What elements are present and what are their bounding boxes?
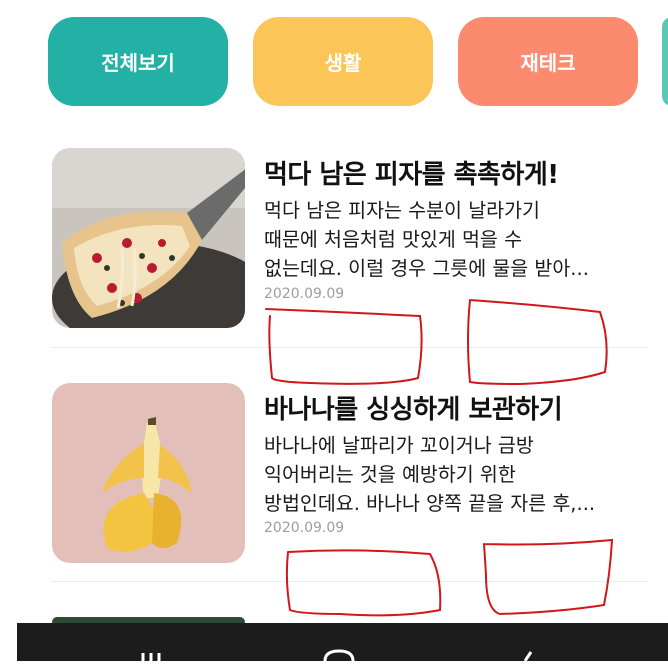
category-chip-label: 재테크 (520, 51, 576, 75)
banana-image (52, 383, 245, 563)
description-line: 방법인데요. 바나나 양쪽 끝을 자른 후,... (264, 492, 596, 515)
recent-apps-icon (141, 653, 161, 661)
article-date: 2020.09.09 (264, 520, 345, 536)
back-icon (523, 651, 533, 662)
system-nav-bar (17, 623, 668, 662)
description-line: 익어버리는 것을 예방하기 위한 (264, 463, 516, 486)
description-line: 때문에 처음처럼 맛있게 먹을 수 (264, 228, 523, 251)
divider (52, 347, 648, 348)
article-date: 2020.09.09 (264, 286, 345, 302)
pizza-image (52, 148, 245, 328)
article-title: 바나나를 싱싱하게 보관하기 (264, 395, 563, 425)
description-line: 바나나에 날파리가 꼬이거나 금방 (264, 434, 534, 457)
article-card-pizza[interactable]: 먹다 남은 피자를 촉촉하게! 먹다 남은 피자는 수분이 날라가기 때문에 처… (52, 148, 648, 338)
description-line: 먹다 남은 피자는 수분이 날라가기 (264, 199, 540, 222)
category-chip-label: 전체보기 (101, 51, 175, 75)
article-description: 먹다 남은 피자는 수분이 날라가기 때문에 처음처럼 맛있게 먹을 수 없는데… (264, 196, 649, 283)
article-card-banana[interactable]: 바나나를 싱싱하게 보관하기 바나나에 날파리가 꼬이거나 금방 익어버리는 것… (52, 383, 648, 573)
category-chip-partial[interactable] (662, 17, 668, 106)
description-line: 없는데요. 이럴 경우 그릇에 물을 받아... (264, 257, 589, 280)
article-title: 먹다 남은 피자를 촉촉하게! (264, 160, 559, 190)
category-chip-all[interactable]: 전체보기 (48, 17, 228, 106)
category-chip-finance[interactable]: 재테크 (458, 17, 638, 106)
category-chip-label: 생활 (324, 51, 362, 75)
divider (52, 581, 648, 582)
article-description: 바나나에 날파리가 꼬이거나 금방 익어버리는 것을 예방하기 위한 방법인데요… (264, 431, 649, 518)
category-chip-life[interactable]: 생활 (253, 17, 433, 106)
home-icon (323, 649, 355, 662)
